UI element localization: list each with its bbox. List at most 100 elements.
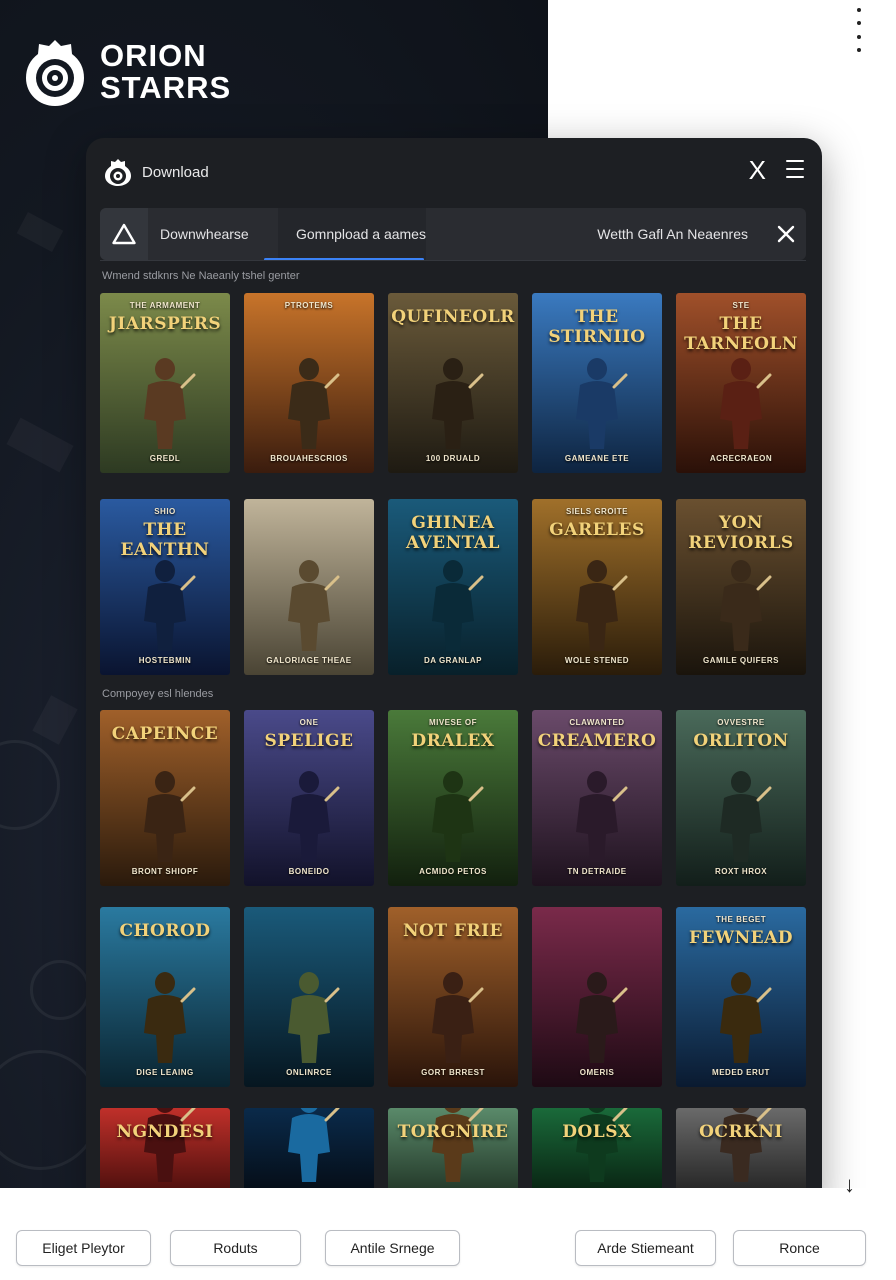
game-tile-title: NOT FRIE <box>402 921 504 941</box>
game-row: CAPEINCE BRONT SHIOPF ONE SPELIGE BONEIDO MIV… <box>100 710 806 886</box>
game-tile[interactable]: CAPEINCE BRONT SHIOPF <box>100 710 230 886</box>
tab-wetth-gafl[interactable]: Wetth Gafl An Neaenres <box>597 208 766 260</box>
game-tile-title: YON REVIORLS <box>688 513 794 553</box>
game-tile[interactable]: CHOROD DIGE LEAING <box>100 907 230 1087</box>
game-tile[interactable]: GHINEA AVENTAL DA GRANLAP <box>388 499 518 675</box>
game-tile-title: THE STIRNIIO <box>548 307 646 347</box>
game-tile-subtitle: BROUAHESCRIOS <box>270 454 348 463</box>
character-art-icon <box>288 771 340 862</box>
game-tile-header: YON REVIORLS <box>676 499 806 553</box>
antile-srnege-button[interactable]: Antile Srnege <box>325 1230 460 1266</box>
brand-line-2: STARRS <box>100 70 232 105</box>
arrow-down-icon[interactable]: ↓ <box>844 1172 855 1198</box>
game-tile[interactable]: YON REVIORLS GAMILE QUIFERS <box>676 499 806 675</box>
game-tile-kicker: PTROTEMS <box>284 301 334 310</box>
game-tile-title: THE TARNEOLN <box>684 314 798 354</box>
character-art-icon <box>144 771 196 862</box>
game-tile[interactable]: ONLINRCE <box>244 907 374 1087</box>
hamburger-icon[interactable] <box>786 160 804 178</box>
backdrop-ring <box>0 740 60 830</box>
game-tile[interactable]: MIVESE OF DRALEX ACMIDO PETOS <box>388 710 518 886</box>
game-tile-kicker: CLAWANTED <box>569 718 625 727</box>
game-tile[interactable]: OMERIS <box>532 907 662 1087</box>
game-tile-subtitle: BONEIDO <box>288 867 330 876</box>
ronce-button[interactable]: Ronce <box>733 1230 866 1266</box>
game-tile-header: OVVESTRE ORLITON <box>687 710 794 751</box>
game-tile-subtitle: 100 DRUALD <box>425 454 481 463</box>
game-tile-header: CAPEINCE <box>106 710 224 744</box>
game-tile-subtitle: TN DETRAIDE <box>567 867 627 876</box>
game-tile-header: MIVESE OF DRALEX <box>405 710 500 751</box>
character-art-icon <box>576 972 628 1063</box>
tab-downwhearse[interactable]: Downwhearse <box>148 208 278 260</box>
game-tile-header: SHIO THE EANTHN <box>100 499 230 560</box>
game-tile[interactable]: CLAWANTED CREAMERO TN DETRAIDE <box>532 710 662 886</box>
game-tile-kicker: SIELS GROITE <box>565 507 628 516</box>
character-art-icon <box>432 560 484 651</box>
backdrop-shard <box>6 417 74 473</box>
game-tile-header <box>591 907 603 921</box>
game-tile[interactable]: STE THE TARNEOLN ACRECRAEON <box>676 293 806 473</box>
arde-stiemeant-button[interactable]: Arde Stiemeant <box>575 1230 716 1266</box>
character-art-icon <box>144 560 196 651</box>
game-tile[interactable]: GALORIAGE THEAE <box>244 499 374 675</box>
game-tile[interactable]: ONE SPELIGE BONEIDO <box>244 710 374 886</box>
game-tile-subtitle: DA GRANLAP <box>423 656 483 665</box>
game-tile[interactable]: THE STIRNIIO GAMEANE ETE <box>532 293 662 473</box>
character-art-icon <box>432 358 484 449</box>
backdrop-shard <box>32 695 78 745</box>
orion-logo-icon <box>26 40 84 106</box>
game-tile-subtitle: HOSTEBMIN <box>138 656 192 665</box>
game-tile-header: TORGNIRE <box>392 1108 515 1142</box>
close-icon[interactable] <box>766 208 806 260</box>
roduts-button[interactable]: Roduts <box>170 1230 301 1266</box>
game-tile[interactable]: OVVESTRE ORLITON ROXT HROX <box>676 710 806 886</box>
game-tile[interactable]: THE BEGET FEWNEAD MEDED ERUT <box>676 907 806 1087</box>
game-tile[interactable]: THE ARMAMENT JIARSPERS GREDL <box>100 293 230 473</box>
game-tile-header: STE THE TARNEOLN <box>676 293 806 354</box>
window-close-button[interactable]: X <box>749 156 766 184</box>
character-art-icon <box>144 972 196 1063</box>
game-tile-subtitle: BRONT SHIOPF <box>131 867 199 876</box>
character-art-icon <box>720 972 772 1063</box>
warning-triangle-icon[interactable] <box>100 208 148 260</box>
game-tile[interactable]: QUFINEOLR 100 DRUALD <box>388 293 518 473</box>
game-tile[interactable]: NOT FRIE GORT BRREST <box>388 907 518 1087</box>
game-tile[interactable]: PTROTEMS BROUAHESCRIOS <box>244 293 374 473</box>
game-tile-header: ONE SPELIGE <box>259 710 360 751</box>
tab-download-games[interactable]: Gomnpload a aames <box>278 208 426 260</box>
game-tile-subtitle: ONLINRCE <box>286 1068 332 1077</box>
game-tile[interactable]: SHIO THE EANTHN HOSTEBMIN <box>100 499 230 675</box>
more-options-icon[interactable] <box>856 8 862 52</box>
game-tile-title: THE EANTHN <box>120 520 210 560</box>
character-art-icon <box>432 771 484 862</box>
window-titlebar: Download X <box>86 138 822 206</box>
backdrop-ring <box>0 1050 100 1170</box>
game-tile-header <box>303 1108 315 1122</box>
tab-bar: Downwhearse Gomnpload a aames Wetth Gafl… <box>100 208 806 260</box>
game-tile-subtitle: GAMILE QUIFERS <box>703 656 779 665</box>
eliget-pleytor-button[interactable]: Eliget Pleytor <box>16 1230 151 1266</box>
character-art-icon <box>576 358 628 449</box>
character-art-icon <box>144 358 196 449</box>
game-tile-subtitle: ROXT HROX <box>714 867 768 876</box>
game-tile-title: SPELIGE <box>264 731 354 751</box>
character-art-icon <box>720 771 772 862</box>
game-tile-header: THE STIRNIIO <box>532 293 662 347</box>
game-tile-header: NOT FRIE <box>397 907 509 941</box>
game-tile-header: THE BEGET FEWNEAD <box>683 907 799 948</box>
game-tile-kicker: MIVESE OF <box>428 718 478 727</box>
game-tile-subtitle: DIGE LEAING <box>136 1068 194 1077</box>
game-tile[interactable]: SIELS GROITE GARELES WOLE STENED <box>532 499 662 675</box>
game-tile-subtitle: OMERIS <box>579 1068 615 1077</box>
backdrop-ring <box>30 960 90 1020</box>
game-tile-subtitle: GORT BRREST <box>421 1068 485 1077</box>
game-tile-header: PTROTEMS <box>285 293 333 314</box>
brand-logo[interactable]: ORION STARRS <box>24 36 231 108</box>
game-tile-kicker: OVVESTRE <box>717 718 765 727</box>
game-tile-kicker: THE ARMAMENT <box>129 301 201 310</box>
character-art-icon <box>576 560 628 651</box>
game-tile-subtitle: ACMIDO PETOS <box>419 867 487 876</box>
character-art-icon <box>576 771 628 862</box>
game-tile-title: GARELES <box>549 520 645 540</box>
